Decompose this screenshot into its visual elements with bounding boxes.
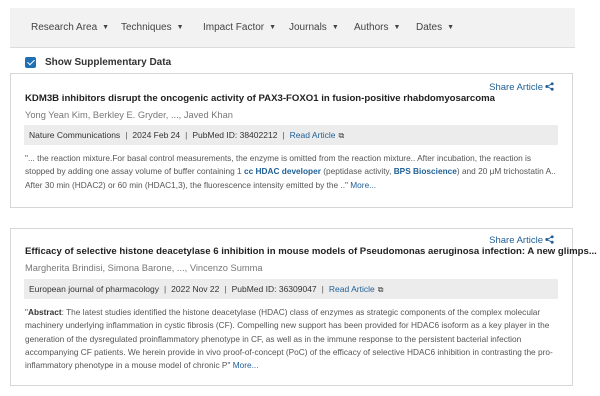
filter-impact-factor[interactable]: Impact Factor ▼ (203, 22, 276, 33)
publication-date: 2024 Feb 24 (132, 130, 181, 140)
separator: | (163, 284, 167, 294)
article-title[interactable]: Efficacy of selective histone deacetylas… (25, 246, 597, 257)
read-article-label: Read Article (328, 284, 375, 294)
caret-down-icon: ▼ (331, 24, 339, 31)
filter-journals[interactable]: Journals ▼ (289, 22, 339, 33)
share-icon (545, 235, 554, 244)
more-link[interactable]: More... (230, 360, 259, 370)
filter-label: Research Area (31, 22, 98, 33)
article-meta: European journal of pharmacology | 2022 No… (24, 279, 558, 299)
article-card: Share Article KDM3B inhibitors disrupt t… (10, 73, 573, 208)
separator: | (185, 130, 188, 140)
external-link-icon: ⧉ (377, 285, 384, 294)
filter-authors[interactable]: Authors ▼ (354, 22, 400, 33)
share-icon (545, 82, 554, 91)
pubmed-id: PubMed ID: 38402212 (192, 130, 278, 140)
filter-dates[interactable]: Dates ▼ (416, 22, 454, 33)
caret-down-icon: ▼ (393, 24, 401, 31)
supplementary-checkbox[interactable] (25, 56, 36, 68)
share-article-link[interactable]: Share Article (489, 82, 554, 93)
read-article-link[interactable]: Read Article ⧉ (329, 284, 384, 294)
caret-down-icon: ▼ (269, 24, 277, 31)
filter-label: Dates (416, 22, 443, 33)
snippet-highlight: BPS Bioscience (393, 166, 457, 177)
snippet-text: (peptidase activity, (320, 166, 394, 177)
article-snippet: "... the reaction mixture.For basal cont… (25, 152, 560, 192)
separator: | (321, 284, 324, 294)
snippet-text: : The latest studies identified the hist… (25, 307, 553, 371)
snippet-highlight: cc HDAC developer (243, 166, 321, 177)
filter-label: Journals (289, 22, 327, 33)
snippet-bold: Abstract (27, 307, 62, 317)
read-article-label: Read Article (289, 130, 336, 140)
supplementary-label: Show Supplementary Data (45, 56, 172, 68)
pubmed-id: PubMed ID: 36309047 (231, 284, 317, 294)
filter-label: Authors (354, 22, 389, 33)
filter-label: Techniques (121, 22, 172, 33)
separator: | (224, 284, 227, 294)
share-article-link[interactable]: Share Article (489, 235, 554, 246)
filter-bar: Research Area ▼ Techniques ▼ Impact Factor… (10, 8, 575, 48)
share-label: Share Article (489, 235, 543, 246)
filter-label: Impact Factor (203, 22, 265, 33)
filter-techniques[interactable]: Techniques ▼ (121, 22, 184, 33)
article-authors: Yong Yean Kim, Berkley E. Gryder, ..., J… (25, 110, 233, 120)
publication-date: 2022 Nov 22 (171, 284, 220, 294)
supplementary-toggle[interactable]: Show Supplementary Data (25, 56, 171, 68)
journal-name: Nature Communications (29, 130, 121, 140)
caret-down-icon: ▼ (102, 24, 110, 31)
separator: | (125, 130, 128, 140)
article-authors: Margherita Brindisi, Simona Barone, ...,… (25, 263, 263, 273)
caret-down-icon: ▼ (447, 24, 455, 31)
more-link[interactable]: More... (348, 180, 376, 190)
journal-name: European journal of pharmacology (29, 284, 159, 294)
article-card: Share Article Efficacy of selective hist… (10, 228, 597, 386)
external-link-icon: ⧉ (338, 131, 345, 140)
read-article-link[interactable]: Read Article ⧉ (290, 130, 345, 140)
separator: | (282, 130, 285, 140)
article-title[interactable]: KDM3B inhibitors disrupt the oncogenic a… (25, 93, 495, 104)
article-meta: Nature Communications | 2024 Feb 24 | PubMed… (24, 125, 558, 145)
caret-down-icon: ▼ (176, 24, 184, 31)
filter-research-area[interactable]: Research Area ▼ (31, 22, 109, 33)
share-label: Share Article (489, 82, 543, 93)
article-snippet: "Abstract: The latest studies identified… (25, 306, 560, 372)
